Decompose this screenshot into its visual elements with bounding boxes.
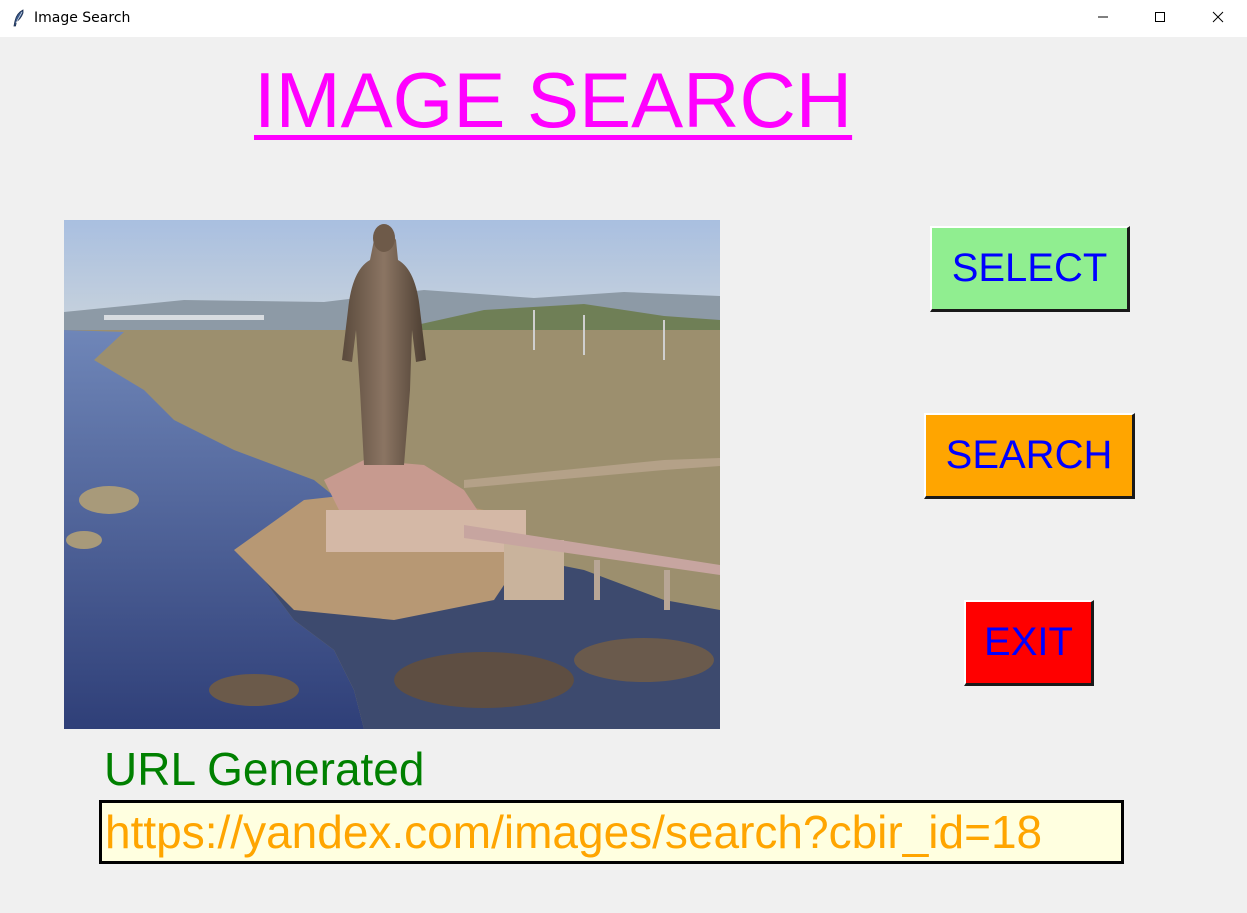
close-icon <box>1212 10 1224 28</box>
select-button[interactable]: SELECT <box>930 226 1130 312</box>
page-title: IMAGE SEARCH <box>254 56 853 144</box>
app-window: Image Search IMAGE SEARCH SELECT SEARCH … <box>0 0 1247 913</box>
close-button[interactable] <box>1195 0 1241 37</box>
minimize-button[interactable] <box>1080 0 1126 37</box>
url-label: URL Generated <box>104 743 425 795</box>
url-output-field[interactable]: https://yandex.com/images/search?cbir_id… <box>99 800 1124 864</box>
statue-photo <box>64 220 720 729</box>
title-bar[interactable]: Image Search <box>0 0 1247 37</box>
maximize-button[interactable] <box>1137 0 1183 37</box>
search-button[interactable]: SEARCH <box>924 413 1135 499</box>
feather-icon <box>11 9 27 27</box>
maximize-icon <box>1154 10 1166 28</box>
minimize-icon <box>1097 10 1109 28</box>
image-preview <box>64 220 720 729</box>
exit-button[interactable]: EXIT <box>964 600 1094 686</box>
window-title: Image Search <box>34 10 131 26</box>
